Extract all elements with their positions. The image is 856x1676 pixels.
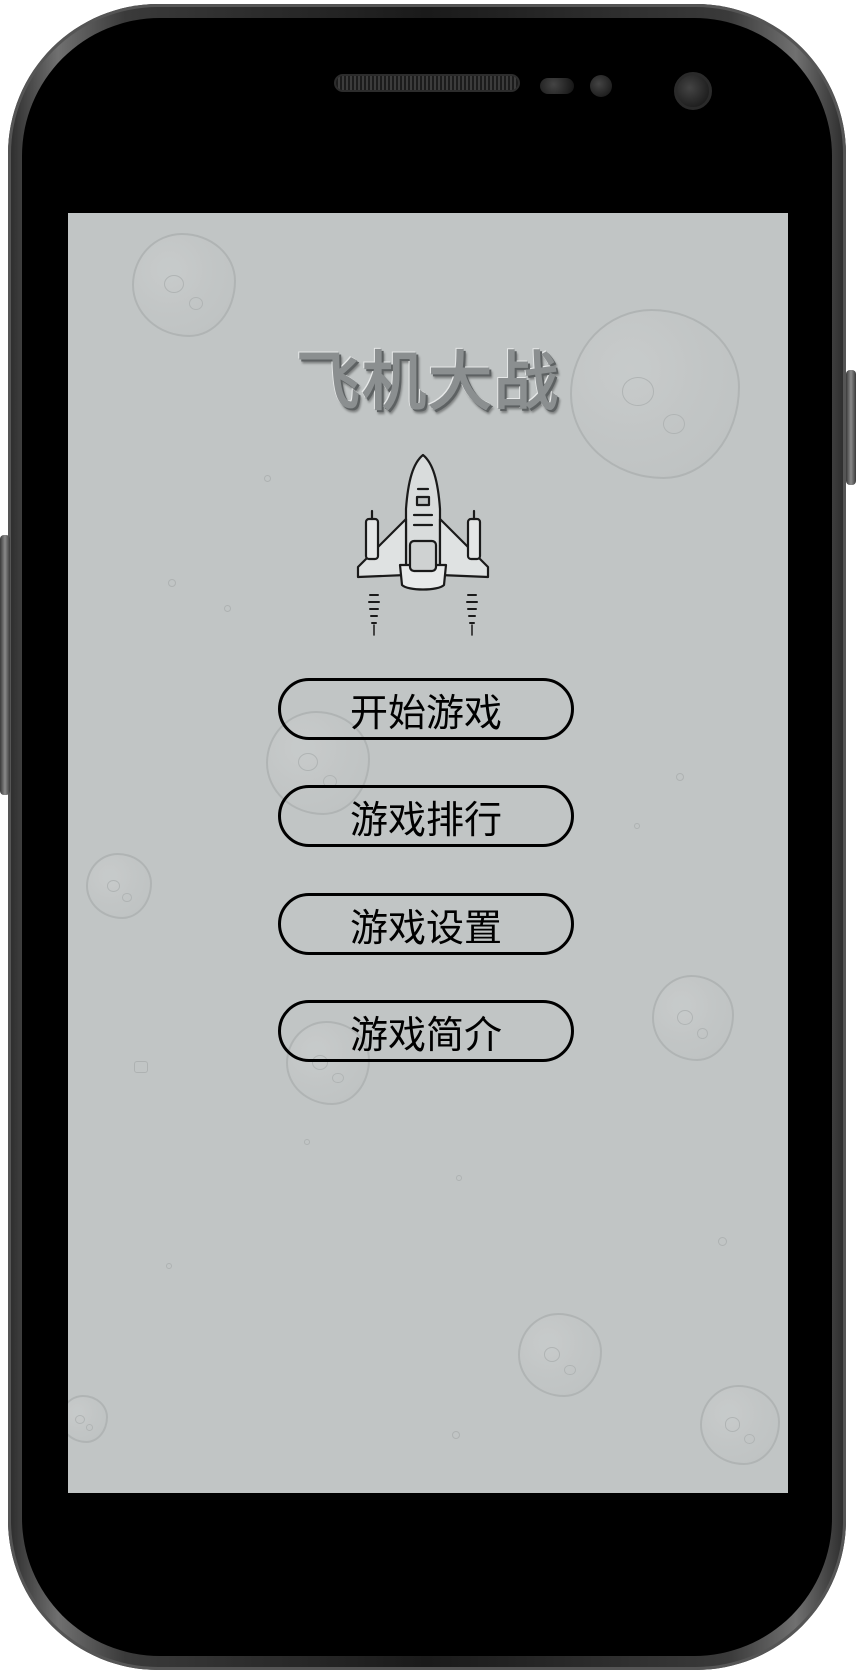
debris-dot — [304, 1139, 310, 1145]
asteroid-icon — [86, 853, 152, 919]
light-sensor — [590, 75, 612, 97]
start-game-button[interactable]: 开始游戏 — [278, 678, 574, 740]
earpiece-speaker — [334, 74, 520, 92]
debris-dot — [676, 773, 684, 781]
volume-button — [0, 535, 10, 795]
debris-dot — [452, 1431, 460, 1439]
game-screen: 飞机大战 开始游戏 游戏排行 游戏设置 游戏简介 — [68, 213, 788, 1493]
debris-dot — [166, 1263, 172, 1269]
intro-button[interactable]: 游戏简介 — [278, 1000, 574, 1062]
power-button — [846, 370, 856, 485]
debris-dot — [224, 605, 231, 612]
debris-dot — [168, 579, 176, 587]
debris-dot — [718, 1237, 727, 1246]
front-camera — [674, 72, 712, 110]
fighter-jet-icon — [356, 453, 490, 636]
asteroid-icon — [518, 1313, 602, 1397]
settings-button[interactable]: 游戏设置 — [278, 893, 574, 955]
asteroid-icon — [132, 233, 236, 337]
debris-dot — [634, 823, 640, 829]
debris-dot — [456, 1175, 462, 1181]
debris-dot — [264, 475, 271, 482]
asteroid-icon — [68, 1395, 108, 1443]
game-title: 飞机大战 — [296, 346, 560, 420]
proximity-sensor — [540, 78, 574, 94]
debris-dot — [134, 1061, 148, 1073]
asteroid-icon — [652, 975, 734, 1061]
asteroid-icon — [700, 1385, 780, 1465]
ranking-button[interactable]: 游戏排行 — [278, 785, 574, 847]
